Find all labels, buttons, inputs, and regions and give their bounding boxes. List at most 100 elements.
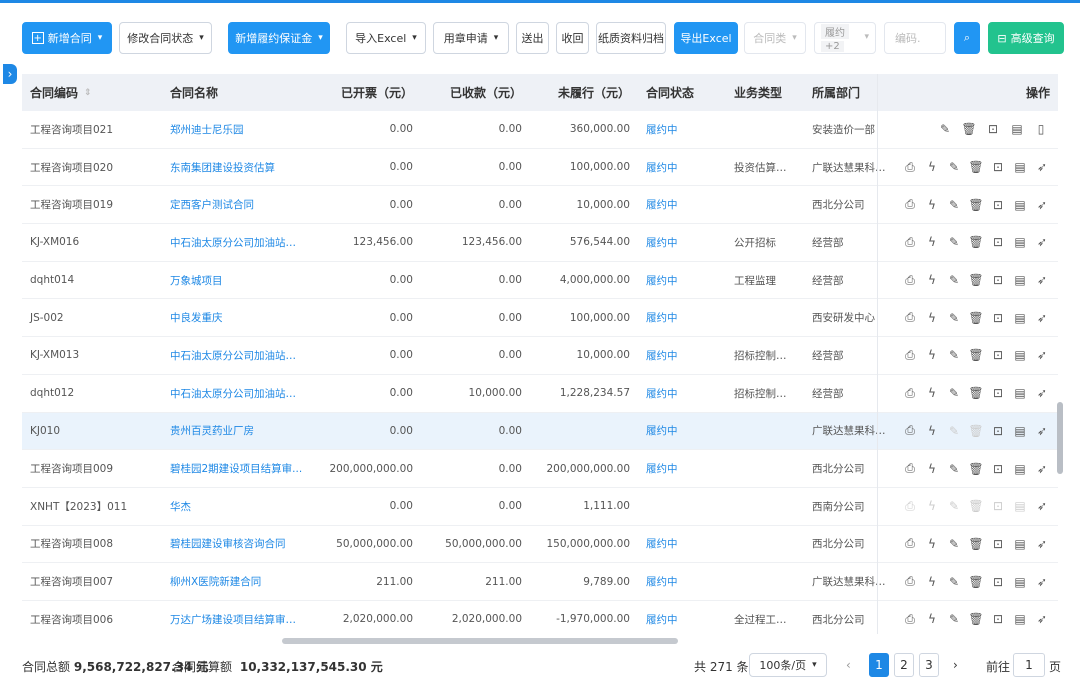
print-icon[interactable]: ⎙ bbox=[902, 346, 918, 364]
contract-name[interactable]: 碧桂园建设审核咨询合同 bbox=[162, 536, 312, 551]
document-edit-icon[interactable]: ▤ bbox=[1008, 120, 1026, 138]
bookmark-icon[interactable]: ⊡ bbox=[984, 120, 1002, 138]
bookmark-icon[interactable]: ⊡ bbox=[990, 309, 1006, 327]
delete-icon[interactable]: 🗑 bbox=[960, 120, 978, 138]
flash-icon[interactable]: ϟ bbox=[924, 535, 940, 553]
bookmark-icon[interactable]: ⊡ bbox=[990, 535, 1006, 553]
rocket-icon[interactable]: ➶ bbox=[1034, 460, 1050, 478]
edit-icon[interactable]: ✎ bbox=[936, 120, 954, 138]
flash-icon[interactable]: ϟ bbox=[924, 460, 940, 478]
bookmark-icon[interactable]: ⊡ bbox=[990, 422, 1006, 440]
table-row[interactable]: dqht012 中石油太原分公司加油站装... 0.00 10,000.00 1,228… bbox=[22, 375, 1058, 413]
delete-icon[interactable]: 🗑 bbox=[968, 535, 984, 553]
table-row[interactable]: JS-002 中良发重庆 0.00 0.00 100,000.00 履约中 西安研发中心 ⎙ ϟ… bbox=[22, 299, 1058, 338]
table-row[interactable]: 工程咨询项目007 柳州X医院新建合同 211.00 211.00 9,789.00 履约… bbox=[22, 563, 1058, 601]
edit-icon[interactable]: ✎ bbox=[946, 233, 962, 251]
rocket-icon[interactable]: ➶ bbox=[1034, 346, 1050, 364]
table-row[interactable]: 工程咨询项目009 碧桂园2期建设项目结算审... 200,000,000.00 0.… bbox=[22, 450, 1058, 488]
flash-icon[interactable]: ϟ bbox=[924, 158, 940, 176]
table-row[interactable]: 工程咨询项目019 定西客户测试合同 0.00 0.00 10,000.00 履约中 西北分… bbox=[22, 186, 1058, 225]
edit-icon[interactable]: ✎ bbox=[946, 158, 962, 176]
modify-status-button[interactable]: 修改合同状态 ▾ bbox=[119, 22, 212, 54]
document-edit-icon[interactable]: ▤ bbox=[1012, 233, 1028, 251]
page-2-button[interactable]: 2 bbox=[894, 653, 914, 677]
rocket-icon[interactable]: ➶ bbox=[1034, 384, 1050, 402]
contract-name[interactable]: 东南集团建设投资估算 bbox=[162, 160, 312, 175]
document-edit-icon[interactable]: ▤ bbox=[1012, 271, 1028, 289]
table-row[interactable]: 工程咨询项目008 碧桂园建设审核咨询合同 50,000,000.00 50,000,… bbox=[22, 526, 1058, 564]
contract-name[interactable]: 中石油太原分公司加油站点... bbox=[162, 235, 312, 250]
delete-icon[interactable]: 🗑 bbox=[968, 309, 984, 327]
export-excel-button[interactable]: 导出Excel bbox=[674, 22, 738, 54]
rocket-icon[interactable]: ➶ bbox=[1034, 497, 1050, 515]
print-icon[interactable]: ⎙ bbox=[902, 422, 918, 440]
seal-apply-button[interactable]: 用章申请 ▾ bbox=[433, 22, 509, 54]
rocket-icon[interactable]: ➶ bbox=[1034, 233, 1050, 251]
delete-icon[interactable]: 🗑 bbox=[968, 610, 984, 628]
page-3-button[interactable]: 3 bbox=[919, 653, 939, 677]
contract-name[interactable]: 万达广场建设项目结算审核... bbox=[162, 612, 312, 627]
print-icon[interactable]: ⎙ bbox=[902, 196, 918, 214]
table-row[interactable]: 工程咨询项目021 郑州迪士尼乐园 0.00 0.00 360,000.00 履约中 安装造… bbox=[22, 111, 1058, 149]
rocket-icon[interactable]: ➶ bbox=[1034, 271, 1050, 289]
sidebar-expand-icon[interactable]: › bbox=[3, 64, 17, 84]
document-edit-icon[interactable]: ▤ bbox=[1012, 460, 1028, 478]
table-row[interactable]: KJ-XM016 中石油太原分公司加油站点... 123,456.00 123,456… bbox=[22, 224, 1058, 262]
print-icon[interactable]: ⎙ bbox=[902, 233, 918, 251]
bookmark-icon[interactable]: ⊡ bbox=[990, 460, 1006, 478]
import-excel-button[interactable]: 导入Excel ▾ bbox=[346, 22, 426, 54]
code-search-input[interactable]: 编码. bbox=[884, 22, 946, 54]
vertical-scrollbar[interactable] bbox=[1057, 402, 1063, 474]
paper-archive-button[interactable]: 纸质资料归档 bbox=[596, 22, 666, 54]
table-row[interactable]: 工程咨询项目006 万达广场建设项目结算审核... 2,020,000.00 2,02… bbox=[22, 601, 1058, 634]
goto-page-input[interactable]: 1 bbox=[1013, 653, 1045, 677]
document-edit-icon[interactable]: ▤ bbox=[1012, 610, 1028, 628]
contract-name[interactable]: 中石油太原分公司加油站装... bbox=[162, 348, 312, 363]
edit-icon[interactable]: ✎ bbox=[946, 346, 962, 364]
document-edit-icon[interactable]: ▤ bbox=[1012, 196, 1028, 214]
document-edit-icon[interactable]: ▤ bbox=[1012, 384, 1028, 402]
document-edit-icon[interactable]: ▤ bbox=[1012, 422, 1028, 440]
delete-icon[interactable]: 🗑 bbox=[968, 158, 984, 176]
search-button[interactable]: ⌕ bbox=[954, 22, 980, 54]
table-row[interactable]: KJ010 贵州百灵药业厂房 0.00 0.00 履约中 广联达慧果科技... ⎙ ϟ ✎ 🗑 ⊡ ▤… bbox=[22, 412, 1058, 451]
edit-icon[interactable]: ✎ bbox=[946, 309, 962, 327]
flash-icon[interactable]: ϟ bbox=[924, 309, 940, 327]
delete-icon[interactable]: 🗑 bbox=[968, 460, 984, 478]
sort-icon[interactable]: ⇕ bbox=[84, 88, 92, 98]
prev-page-icon[interactable]: ‹ bbox=[846, 658, 851, 672]
flash-icon[interactable]: ϟ bbox=[924, 271, 940, 289]
rocket-icon[interactable]: ➶ bbox=[1034, 573, 1050, 591]
flash-icon[interactable]: ϟ bbox=[924, 196, 940, 214]
contract-type-select[interactable]: 合同类 ▾ bbox=[744, 22, 806, 54]
table-row[interactable]: XNHT【2023】011 华杰 0.00 0.00 1,111.00 西南分公司 ⎙ ϟ ✎ 🗑… bbox=[22, 488, 1058, 526]
print-icon[interactable]: ⎙ bbox=[902, 158, 918, 176]
print-icon[interactable]: ⎙ bbox=[902, 610, 918, 628]
flash-icon[interactable]: ϟ bbox=[924, 573, 940, 591]
delete-icon[interactable]: 🗑 bbox=[968, 346, 984, 364]
edit-icon[interactable]: ✎ bbox=[946, 535, 962, 553]
flash-icon[interactable]: ϟ bbox=[924, 233, 940, 251]
print-icon[interactable]: ⎙ bbox=[902, 573, 918, 591]
rocket-icon[interactable]: ➶ bbox=[1034, 535, 1050, 553]
print-icon[interactable]: ⎙ bbox=[902, 271, 918, 289]
document-edit-icon[interactable]: ▤ bbox=[1012, 346, 1028, 364]
contract-name[interactable]: 碧桂园2期建设项目结算审... bbox=[162, 461, 312, 476]
bookmark-icon[interactable]: ⊡ bbox=[990, 384, 1006, 402]
contract-name[interactable]: 贵州百灵药业厂房 bbox=[162, 423, 312, 438]
submit-button[interactable]: 送出 bbox=[516, 22, 549, 54]
contract-name[interactable]: 定西客户测试合同 bbox=[162, 197, 312, 212]
document-icon[interactable]: ▯ bbox=[1032, 120, 1050, 138]
page-1-button[interactable]: 1 bbox=[869, 653, 889, 677]
print-icon[interactable]: ⎙ bbox=[902, 384, 918, 402]
page-size-select[interactable]: 100条/页 ▾ bbox=[749, 653, 827, 677]
bookmark-icon[interactable]: ⊡ bbox=[990, 610, 1006, 628]
header-code[interactable]: 合同编码 ⇕ bbox=[22, 74, 162, 111]
contract-name[interactable]: 中良发重庆 bbox=[162, 310, 312, 325]
table-row[interactable]: KJ-XM013 中石油太原分公司加油站装... 0.00 0.00 10,000.00… bbox=[22, 337, 1058, 375]
rocket-icon[interactable]: ➶ bbox=[1034, 309, 1050, 327]
contract-name[interactable]: 柳州X医院新建合同 bbox=[162, 574, 312, 589]
horizontal-scrollbar[interactable] bbox=[282, 638, 678, 644]
document-edit-icon[interactable]: ▤ bbox=[1012, 535, 1028, 553]
new-contract-button[interactable]: + 新增合同 ▾ bbox=[22, 22, 112, 54]
